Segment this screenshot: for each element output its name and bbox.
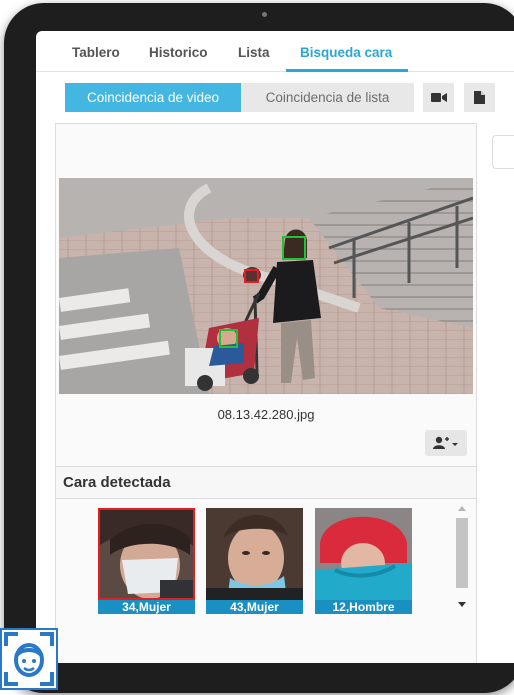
- add-user-icon: [433, 436, 458, 449]
- tab-historico[interactable]: Historico: [149, 45, 208, 60]
- side-panel-edge: [492, 135, 514, 169]
- scroll-thumb: [456, 518, 468, 588]
- face-card[interactable]: 34,Mujer: [98, 508, 195, 614]
- document-button[interactable]: [464, 83, 495, 112]
- app-screen: Tablero Historico Lista Bisqueda cara Co…: [36, 31, 514, 663]
- tab-busqueda-cara[interactable]: Bisqueda cara: [300, 45, 392, 60]
- face-photo-1: [100, 510, 193, 598]
- face-card[interactable]: 12,Hombre: [315, 508, 412, 614]
- face-photo-3: [315, 508, 412, 600]
- camera-frame-image[interactable]: [59, 178, 473, 394]
- face-thumbnail: [98, 508, 195, 600]
- face-thumbnail: [206, 508, 303, 600]
- face-recognition-logo-icon: [0, 628, 58, 690]
- video-camera-icon: [430, 93, 447, 102]
- tab-lista[interactable]: Lista: [238, 45, 270, 60]
- scroll-up-arrow: [458, 506, 466, 511]
- face-photo-2: [206, 508, 303, 600]
- video-camera-button[interactable]: [423, 83, 454, 112]
- face-label: 12,Hombre: [315, 600, 412, 614]
- street-scene-photo: [59, 178, 473, 394]
- face-card[interactable]: 43,Mujer: [206, 508, 303, 614]
- active-tab-indicator: [286, 69, 408, 72]
- segment-coincidencia-lista[interactable]: Coincidencia de lista: [241, 83, 414, 112]
- scrollbar-graphic: [456, 506, 468, 607]
- face-scan-icon: [4, 632, 54, 686]
- image-filename: 08.13.42.280.jpg: [217, 407, 315, 422]
- face-thumbnail: [315, 508, 412, 600]
- faces-scrollbar[interactable]: [454, 500, 470, 614]
- video-match-panel: 08.13.42.280.jpg Cara detectada 34,Mujer…: [55, 123, 477, 663]
- scroll-down-arrow: [458, 602, 466, 607]
- face-label: 43,Mujer: [206, 600, 303, 614]
- segment-coincidencia-video[interactable]: Coincidencia de video: [65, 83, 241, 112]
- document-icon: [474, 91, 485, 104]
- detected-faces-title: Cara detectada: [63, 474, 171, 491]
- add-person-dropdown[interactable]: [425, 430, 467, 456]
- face-label: 34,Mujer: [98, 600, 195, 614]
- tablet-frame: Tablero Historico Lista Bisqueda cara Co…: [4, 3, 514, 693]
- tab-tablero[interactable]: Tablero: [72, 45, 120, 60]
- tab-bar: Tablero Historico Lista Bisqueda cara: [36, 31, 514, 72]
- detected-faces-header: Cara detectada: [56, 466, 476, 499]
- camera-dot: [262, 12, 267, 17]
